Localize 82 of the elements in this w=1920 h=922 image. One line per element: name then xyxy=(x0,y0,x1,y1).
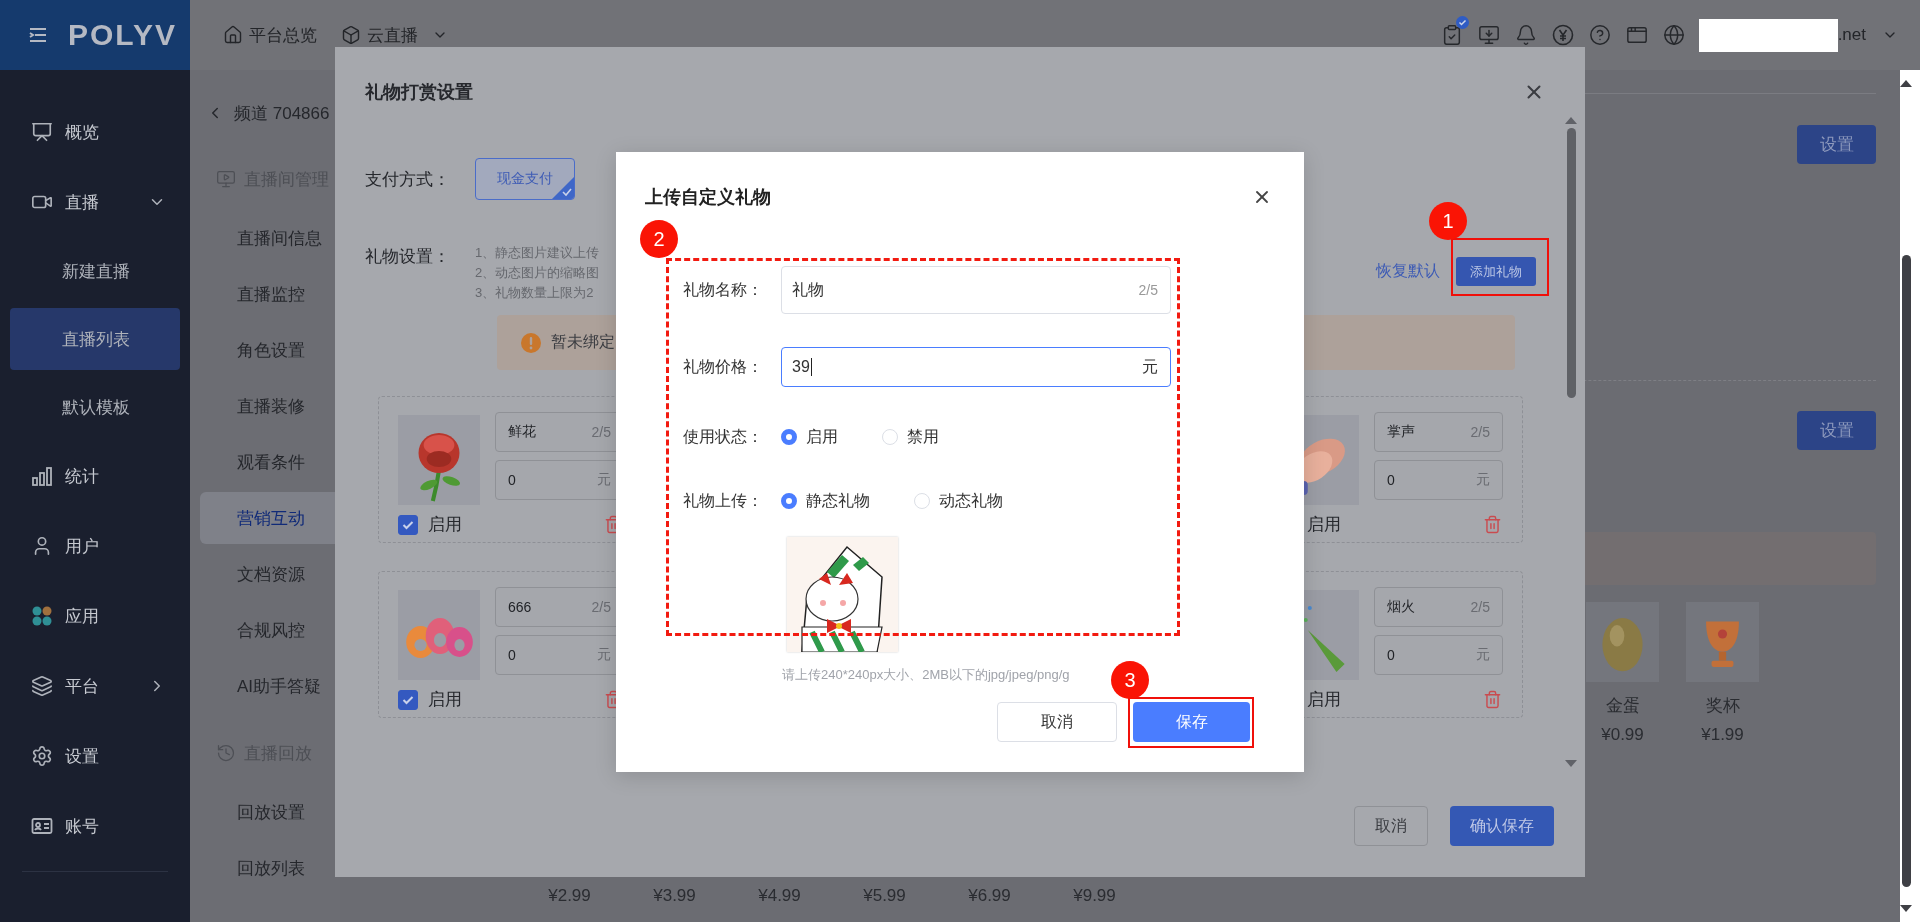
gift-name: 奖杯 xyxy=(1705,695,1740,717)
screen-icon xyxy=(31,121,53,143)
field-label: 支付方式： xyxy=(365,168,451,191)
sidebar-item[interactable]: 概览 xyxy=(10,97,180,167)
download-icon[interactable] xyxy=(1477,24,1500,46)
scrollbar-thumb[interactable] xyxy=(1566,128,1576,398)
warning-text: 暂未绑定 xyxy=(551,332,615,352)
checkbox-label: 启用 xyxy=(428,689,462,711)
note-text: 3、礼物数量上限为2 xyxy=(475,284,594,302)
gift-price: ¥4.99 xyxy=(757,886,802,906)
bell-icon[interactable] xyxy=(1514,24,1537,46)
gift-price: ¥2.99 xyxy=(547,886,592,906)
menu-icon[interactable] xyxy=(28,26,48,44)
bar-chart-icon xyxy=(31,465,53,487)
scroll-up-icon[interactable] xyxy=(1900,80,1912,87)
gift-price: ¥0.99 xyxy=(1601,725,1644,745)
warning-icon xyxy=(521,332,541,353)
sidebar-item[interactable]: 用户 xyxy=(10,511,180,581)
settings-icon xyxy=(31,745,53,767)
add-gift-button[interactable]: 添加礼物 xyxy=(1456,257,1536,286)
upload-hint: 请上传240*240px大小、2MB以下的jpg/jpeg/png/g xyxy=(782,667,1070,683)
checkbox-label: 启用 xyxy=(428,514,462,536)
channel-title: 频道 704866 xyxy=(234,102,330,125)
id-card-icon xyxy=(31,815,53,837)
radio-label[interactable]: 启用 xyxy=(806,426,838,448)
note-text: 1、静态图片建议上传 xyxy=(475,244,600,262)
price-field[interactable]: 0 元 xyxy=(1374,635,1503,675)
layers-icon xyxy=(31,675,53,697)
radio-label[interactable]: 禁用 xyxy=(907,426,939,448)
help-icon[interactable] xyxy=(1588,24,1611,46)
dialog-title: 礼物打赏设置 xyxy=(365,81,473,104)
field-label: 礼物上传： xyxy=(683,490,764,511)
field-label: 礼物名称： xyxy=(683,279,764,300)
name-field[interactable]: 烟火 2/5 xyxy=(1374,587,1503,627)
cancel-button[interactable]: 取消 xyxy=(1354,806,1428,846)
sidebar-item[interactable]: 新建直播 xyxy=(10,240,180,302)
sidebar-item[interactable]: 账号 xyxy=(10,791,180,861)
gift-name: 金蛋 xyxy=(1605,695,1640,717)
radio-button[interactable] xyxy=(781,429,797,445)
cancel-button[interactable]: 取消 xyxy=(997,702,1117,742)
price-field[interactable]: 0 元 xyxy=(1374,460,1503,500)
field-label: 使用状态： xyxy=(683,426,764,447)
input-field[interactable]: 礼物 2/5 xyxy=(781,266,1171,314)
sidebar-item[interactable]: 直播 xyxy=(10,167,180,237)
confirm-button[interactable]: 确认保存 xyxy=(1450,806,1554,846)
input-field[interactable]: 39 元 xyxy=(781,347,1171,387)
selected-corner-icon xyxy=(552,177,574,199)
monitor-play-icon xyxy=(216,169,236,189)
yen-coin-icon[interactable] xyxy=(1551,24,1574,46)
replay-icon xyxy=(216,743,236,763)
checkbox[interactable] xyxy=(398,514,418,535)
globe-icon[interactable] xyxy=(1662,24,1685,46)
field-label: 礼物价格： xyxy=(683,356,764,377)
sidebar-item[interactable]: 设置 xyxy=(10,721,180,791)
scrollbar-thumb[interactable] xyxy=(1901,255,1911,887)
radio-button[interactable] xyxy=(781,493,797,509)
field-label: 礼物设置： xyxy=(365,246,451,268)
cube-icon xyxy=(341,25,361,45)
name-field[interactable]: 掌声 2/5 xyxy=(1374,412,1503,452)
sidebar-item[interactable]: 统计 xyxy=(10,441,180,511)
note-text: 2、动态图片的缩略图 xyxy=(475,264,600,282)
dialog-title: 上传自定义礼物 xyxy=(645,186,771,209)
window-icon[interactable] xyxy=(1625,24,1648,46)
gift-price: ¥1.99 xyxy=(1701,725,1744,745)
gift-price: ¥5.99 xyxy=(862,886,907,906)
sidebar-item[interactable]: 平台 xyxy=(10,651,180,721)
grid-dots-icon xyxy=(31,605,53,627)
gift-price: ¥3.99 xyxy=(652,886,697,906)
sidebar-item[interactable]: 默认模板 xyxy=(10,376,180,438)
scroll-down-icon[interactable] xyxy=(1900,905,1912,912)
gift-price: ¥6.99 xyxy=(967,886,1012,906)
radio-label[interactable]: 动态礼物 xyxy=(939,490,1003,512)
checkbox[interactable] xyxy=(398,689,418,710)
home-icon xyxy=(223,25,243,45)
logo: POLYV xyxy=(68,18,177,52)
radio-label[interactable]: 静态礼物 xyxy=(806,490,870,512)
save-button[interactable]: 保存 xyxy=(1133,702,1250,742)
gift-price: ¥9.99 xyxy=(1072,886,1117,906)
sidebar-item[interactable]: 应用 xyxy=(10,581,180,651)
checkbox-label: 启用 xyxy=(1307,689,1341,711)
sidebar-item[interactable]: 直播列表 xyxy=(10,308,180,370)
checkbox-label: 启用 xyxy=(1307,514,1341,536)
